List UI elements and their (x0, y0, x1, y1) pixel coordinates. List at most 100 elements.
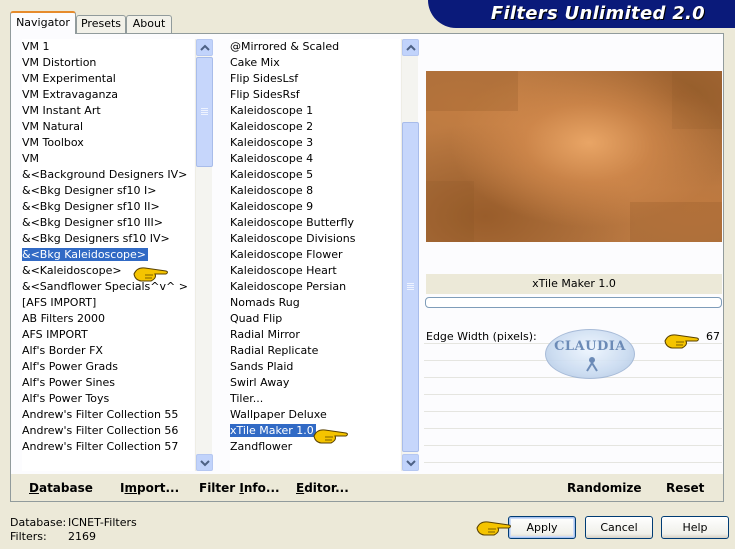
param-row (424, 447, 722, 463)
list-item[interactable]: Kaleidoscope 5 (230, 167, 400, 183)
list-item[interactable]: &<Bkg Designers sf10 IV> (22, 231, 194, 247)
list-item[interactable]: VM (22, 151, 194, 167)
list-item[interactable]: VM 1 (22, 39, 194, 55)
import-button[interactable]: Import... (120, 481, 179, 495)
list-item-label: Quad Flip (230, 312, 283, 325)
filter-info-button[interactable]: Filter Info... (199, 481, 280, 495)
filter-list[interactable]: @Mirrored & Scaled Cake Mix Flip SidesLsf F… (230, 39, 400, 471)
list-item[interactable]: Kaleidoscope 3 (230, 135, 400, 151)
list-item-label: Kaleidoscope 2 (230, 120, 314, 133)
list-item[interactable]: [AFS IMPORT] (22, 295, 194, 311)
list-item[interactable]: Quad Flip (230, 311, 400, 327)
list-item[interactable]: Kaleidoscope Persian (230, 279, 400, 295)
help-button[interactable]: Help (661, 516, 729, 539)
list-item-label: &<Bkg Designer sf10 II> (22, 200, 160, 213)
list-item[interactable]: VM Experimental (22, 71, 194, 87)
list-item[interactable]: Andrew's Filter Collection 55 (22, 407, 194, 423)
list-item-label: Andrew's Filter Collection 56 (22, 424, 179, 437)
list-item[interactable]: Nomads Rug (230, 295, 400, 311)
title-banner: Filters Unlimited 2.0 (428, 0, 735, 28)
watermark-text: CLAUDIA (554, 339, 626, 354)
list-item[interactable]: Alf's Power Toys (22, 391, 194, 407)
param-value[interactable]: 67 (706, 330, 720, 343)
list-item[interactable]: Flip SidesRsf (230, 87, 400, 103)
filter-scroll-up-button[interactable] (402, 39, 419, 56)
list-item[interactable]: Alf's Power Sines (22, 375, 194, 391)
category-scroll-down-button[interactable] (196, 454, 213, 471)
list-item[interactable]: &<Bkg Designer sf10 II> (22, 199, 194, 215)
list-item-label: [AFS IMPORT] (22, 296, 97, 309)
apply-button[interactable]: Apply (508, 516, 576, 539)
list-item[interactable]: &<Bkg Designer sf10 III> (22, 215, 194, 231)
list-item[interactable]: Andrew's Filter Collection 57 (22, 439, 194, 455)
database-status-value: ICNET-Filters (68, 516, 137, 529)
list-item[interactable]: VM Natural (22, 119, 194, 135)
list-item-label: VM Instant Art (22, 104, 101, 117)
pointing-hand-icon (313, 429, 348, 444)
list-item[interactable]: VM Extravaganza (22, 87, 194, 103)
list-item-label: VM (22, 152, 40, 165)
pointing-hand-icon (664, 334, 699, 349)
list-item[interactable]: Kaleidoscope 8 (230, 183, 400, 199)
database-button[interactable]: Database (29, 481, 93, 495)
list-item[interactable]: Alf's Power Grads (22, 359, 194, 375)
list-item-label: Kaleidoscope Divisions (230, 232, 356, 245)
editor-button[interactable]: Editor... (296, 481, 349, 495)
list-item-label: Alf's Border FX (22, 344, 103, 357)
list-item[interactable]: VM Toolbox (22, 135, 194, 151)
category-scroll-up-button[interactable] (196, 39, 213, 56)
chevron-down-icon (200, 460, 210, 467)
list-item[interactable]: Kaleidoscope 1 (230, 103, 400, 119)
list-item[interactable]: Radial Replicate (230, 343, 400, 359)
filters-count-label: Filters: (10, 530, 47, 543)
tab-about[interactable]: About (126, 15, 172, 33)
list-item-label: Kaleidoscope Butterfly (230, 216, 354, 229)
list-item[interactable]: Sands Plaid (230, 359, 400, 375)
list-item-label: Nomads Rug (230, 296, 300, 309)
list-item[interactable]: Swirl Away (230, 375, 400, 391)
list-item[interactable]: Tiler... (230, 391, 400, 407)
list-item-label: VM Extravaganza (22, 88, 119, 101)
list-item-label: Andrew's Filter Collection 57 (22, 440, 179, 453)
list-item[interactable]: Cake Mix (230, 55, 400, 71)
category-scrollbar[interactable] (195, 39, 213, 471)
list-item[interactable]: VM Instant Art (22, 103, 194, 119)
list-item[interactable]: Kaleidoscope Butterfly (230, 215, 400, 231)
category-scroll-thumb[interactable] (196, 57, 213, 167)
list-item[interactable]: AFS IMPORT (22, 327, 194, 343)
list-item[interactable]: &<Bkg Designer sf10 I> (22, 183, 194, 199)
list-item-label: &<Bkg Designer sf10 I> (22, 184, 157, 197)
list-item[interactable]: Flip SidesLsf (230, 71, 400, 87)
tab-presets[interactable]: Presets (76, 15, 126, 33)
category-list[interactable]: VM 1 VM Distortion VM Experimental VM Extra… (22, 39, 194, 471)
tab-navigator[interactable]: Navigator (10, 11, 76, 34)
list-item[interactable]: Radial Mirror (230, 327, 400, 343)
list-item-label: xTile Maker 1.0 (230, 424, 316, 437)
list-item[interactable]: &<Background Designers IV> (22, 167, 194, 183)
list-item[interactable]: Kaleidoscope 2 (230, 119, 400, 135)
list-item-label: AFS IMPORT (22, 328, 88, 341)
list-item[interactable]: Kaleidoscope 9 (230, 199, 400, 215)
reset-button[interactable]: Reset (666, 481, 704, 495)
list-item[interactable]: Kaleidoscope Divisions (230, 231, 400, 247)
list-item[interactable]: Kaleidoscope 4 (230, 151, 400, 167)
list-item[interactable]: VM Distortion (22, 55, 194, 71)
list-item-label: VM Distortion (22, 56, 97, 69)
filter-scrollbar[interactable] (401, 39, 419, 471)
list-item-label: Tiler... (230, 392, 264, 405)
randomize-button[interactable]: Randomize (567, 481, 641, 495)
list-item[interactable]: Kaleidoscope Flower (230, 247, 400, 263)
list-item[interactable]: @Mirrored & Scaled (230, 39, 400, 55)
list-item[interactable]: &<Bkg Kaleidoscope> (22, 247, 194, 263)
filter-scroll-down-button[interactable] (402, 454, 419, 471)
list-item[interactable]: Kaleidoscope Heart (230, 263, 400, 279)
filter-scroll-thumb[interactable] (402, 122, 419, 452)
list-item[interactable]: AB Filters 2000 (22, 311, 194, 327)
list-item-label: Radial Replicate (230, 344, 319, 357)
list-item[interactable]: Alf's Border FX (22, 343, 194, 359)
list-item-label: &<Kaleidoscope> (22, 264, 122, 277)
list-item[interactable]: Andrew's Filter Collection 56 (22, 423, 194, 439)
cancel-button[interactable]: Cancel (585, 516, 653, 539)
database-status-label: Database: (10, 516, 67, 529)
list-item[interactable]: Wallpaper Deluxe (230, 407, 400, 423)
